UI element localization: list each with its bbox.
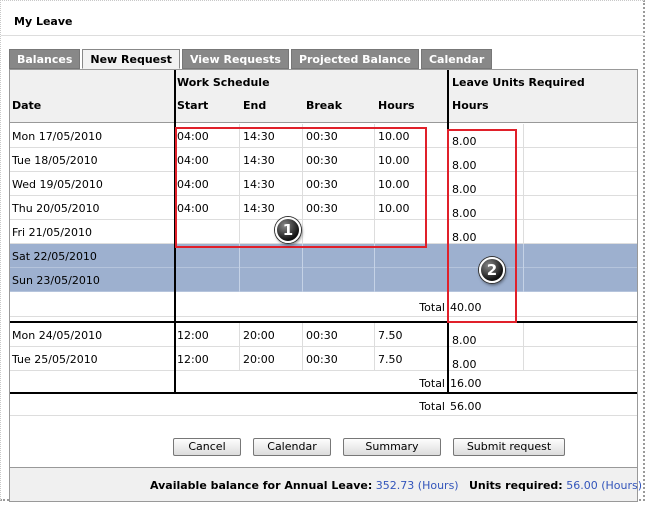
table-header: Work Schedule Leave Units Required Date …: [10, 70, 637, 123]
date-cell: Mon 17/05/2010: [12, 130, 103, 143]
work-schedule-header: Work Schedule: [177, 76, 270, 89]
start-cell: 12:00: [177, 329, 209, 342]
date-cell: Thu 20/05/2010: [12, 202, 100, 215]
cell-divider: [302, 268, 303, 292]
break-cell: 00:30: [306, 329, 338, 342]
week-divider-2: [10, 392, 637, 394]
hours-cell: 7.50: [378, 353, 403, 366]
cell-divider: [523, 172, 524, 196]
total-row: Total 40.00: [10, 292, 637, 317]
cancel-button[interactable]: Cancel: [173, 438, 241, 456]
tab-calendar[interactable]: Calendar: [420, 49, 493, 69]
total-row: Total 56.00: [10, 394, 637, 416]
total-value: 16.00: [450, 377, 482, 390]
date-cell: Tue 25/05/2010: [12, 353, 98, 366]
submit-request-button[interactable]: Submit request: [453, 438, 565, 456]
leave-units-header: Leave Units Required: [452, 76, 585, 89]
cell-divider: [239, 323, 240, 347]
leave-hours-cell: 8.00: [452, 334, 477, 347]
calendar-button[interactable]: Calendar: [253, 438, 331, 456]
units-label: Units required:: [469, 479, 563, 492]
tab-view-requests[interactable]: View Requests: [181, 49, 289, 69]
col-leave-hours: Hours: [452, 99, 489, 112]
cell-divider: [239, 268, 240, 292]
annotation-box-leave-hours: [447, 129, 517, 323]
callout-1-icon: 1: [275, 217, 301, 243]
total-value: 56.00: [450, 400, 482, 413]
table-row: Mon 24/05/2010 12:00 20:00 00:30 7.50 8.00: [10, 323, 637, 347]
cell-divider: [523, 244, 524, 268]
tab-balances[interactable]: Balances: [9, 49, 81, 69]
units-value: 56.00 (Hours): [566, 479, 642, 492]
date-cell: Mon 24/05/2010: [12, 329, 103, 342]
col-hours: Hours: [378, 99, 415, 112]
hours-cell: 7.50: [378, 329, 403, 342]
balance-label: Available balance for Annual Leave:: [150, 479, 373, 492]
balance-summary: Available balance for Annual Leave: 352.…: [150, 479, 459, 492]
my-leave-panel: My Leave Balances New Request View Reque…: [0, 0, 645, 502]
cell-divider: [523, 347, 524, 371]
leave-request-table: Work Schedule Leave Units Required Date …: [9, 69, 642, 502]
date-cell: Tue 18/05/2010: [12, 154, 98, 167]
tab-new-request[interactable]: New Request: [82, 49, 180, 69]
callout-2-icon: 2: [479, 257, 505, 283]
table-row: Tue 25/05/2010 12:00 20:00 00:30 7.50 8.00: [10, 347, 637, 371]
col-end: End: [243, 99, 267, 112]
cell-divider: [523, 268, 524, 292]
cell-divider: [302, 323, 303, 347]
cell-divider: [374, 323, 375, 347]
total-label: Total: [419, 400, 445, 413]
tab-bar: Balances New Request View Requests Proje…: [9, 49, 493, 69]
date-cell: Fri 21/05/2010: [12, 226, 93, 239]
annotation-box-work-schedule: [175, 127, 427, 248]
end-cell: 20:00: [243, 329, 275, 342]
start-cell: 12:00: [177, 353, 209, 366]
cell-divider: [523, 124, 524, 148]
week-divider-1: [10, 321, 637, 323]
cell-divider: [302, 347, 303, 371]
col-date: Date: [12, 99, 42, 112]
leave-hours-cell: 8.00: [452, 358, 477, 371]
table-row: Sun 23/05/2010: [10, 268, 637, 292]
balance-footer: Available balance for Annual Leave: 352.…: [10, 467, 642, 501]
balance-value: 352.73 (Hours): [375, 479, 459, 492]
cell-divider: [374, 268, 375, 292]
cell-divider: [523, 220, 524, 244]
date-cell: Sat 22/05/2010: [12, 250, 97, 263]
cell-divider: [523, 148, 524, 172]
cell-divider: [523, 323, 524, 347]
title-divider: [1, 35, 645, 36]
cell-divider: [523, 196, 524, 220]
cell-divider: [239, 347, 240, 371]
col-start: Start: [177, 99, 209, 112]
col-break: Break: [306, 99, 343, 112]
date-cell: Wed 19/05/2010: [12, 178, 103, 191]
date-cell: Sun 23/05/2010: [12, 274, 100, 287]
total-label: Total: [419, 301, 445, 314]
cell-divider: [374, 347, 375, 371]
break-cell: 00:30: [306, 353, 338, 366]
end-cell: 20:00: [243, 353, 275, 366]
total-row: Total 16.00: [10, 371, 637, 393]
total-label: Total: [419, 377, 445, 390]
page-title: My Leave: [14, 15, 73, 28]
units-summary: Units required: 56.00 (Hours): [469, 479, 642, 492]
tab-projected-balance[interactable]: Projected Balance: [290, 49, 419, 69]
summary-button[interactable]: Summary: [343, 438, 441, 456]
